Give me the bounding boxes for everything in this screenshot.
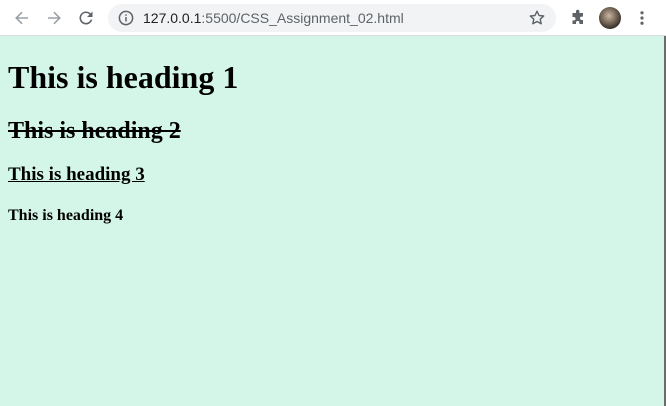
reload-icon (77, 9, 95, 27)
url-text[interactable]: 127.0.0.1:5500/CSS_Assignment_02.html (143, 4, 404, 32)
kebab-menu-icon (633, 9, 651, 27)
heading-1: This is heading 1 (8, 59, 239, 95)
heading-2: This is heading 2 (8, 118, 181, 144)
page-viewport: This is heading 1 This is heading 2 This… (0, 36, 666, 406)
star-icon[interactable] (528, 9, 546, 27)
browser-window: 127.0.0.1:5500/CSS_Assignment_02.html Th… (0, 0, 666, 406)
back-arrow-icon (13, 9, 31, 27)
avatar[interactable] (599, 7, 621, 29)
heading-4: This is heading 4 (8, 207, 124, 224)
browser-toolbar: 127.0.0.1:5500/CSS_Assignment_02.html (0, 0, 666, 36)
reload-button[interactable] (74, 6, 98, 30)
address-bar[interactable]: 127.0.0.1:5500/CSS_Assignment_02.html (108, 4, 556, 32)
extensions-button[interactable] (566, 6, 590, 30)
back-button[interactable] (10, 6, 34, 30)
url-path: :5500/CSS_Assignment_02.html (201, 10, 404, 26)
url-host: 127.0.0.1 (143, 10, 202, 26)
forward-button[interactable] (42, 6, 66, 30)
browser-menu-button[interactable] (630, 6, 654, 30)
heading-3: This is heading 3 (8, 164, 145, 185)
info-icon[interactable] (118, 10, 134, 26)
puzzle-icon (569, 9, 587, 27)
forward-arrow-icon (45, 9, 63, 27)
